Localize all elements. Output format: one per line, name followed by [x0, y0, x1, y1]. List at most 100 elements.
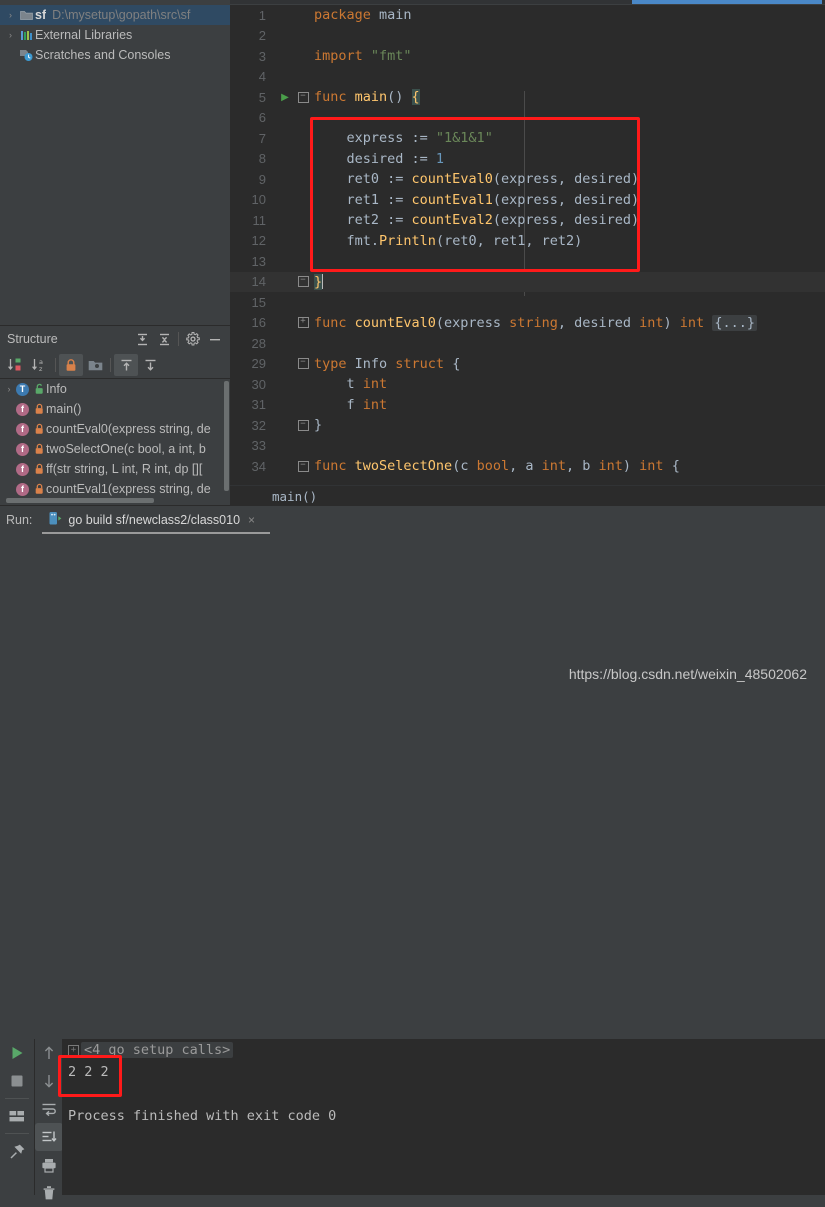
- structure-list[interactable]: › T Info f main() f countEval0(express s…: [0, 379, 230, 497]
- editor-line[interactable]: 16 + func countEval0(express string, desir…: [230, 313, 825, 334]
- layout-button[interactable]: [0, 1102, 34, 1130]
- stop-button[interactable]: [0, 1067, 34, 1095]
- editor-line[interactable]: 29 − type Info struct {: [230, 354, 825, 375]
- toolbar-separator: [110, 358, 111, 372]
- svg-text:z: z: [39, 365, 43, 373]
- line-number: 10: [251, 192, 266, 208]
- chevron-right-icon[interactable]: ›: [4, 25, 17, 45]
- editor-lines[interactable]: 1 package main 2 3 import "fmt" 4 5 ▶ − func main…: [230, 5, 825, 477]
- code-token: {: [411, 89, 420, 106]
- code-text: f int: [310, 397, 388, 413]
- editor-line[interactable]: 8 desired := 1: [230, 149, 825, 170]
- group-by-file-icon[interactable]: [83, 354, 107, 376]
- editor-gutter[interactable]: ▶: [274, 92, 296, 103]
- watermark: https://blog.csdn.net/weixin_48502062: [568, 666, 807, 682]
- scroll-from-source-icon[interactable]: [114, 354, 138, 376]
- minimize-icon[interactable]: [204, 329, 226, 349]
- tree-item-sf[interactable]: › sf D:\mysetup\gopath\src\sf: [0, 5, 230, 25]
- tree-item-scratches-and-consoles[interactable]: Scratches and Consoles: [0, 45, 230, 65]
- down-arrow-button[interactable]: [35, 1067, 63, 1095]
- editor-line[interactable]: 3 import "fmt": [230, 46, 825, 67]
- console-toolbar: [34, 1039, 63, 1200]
- editor-line[interactable]: 34− func twoSelectOne(c bool, a int, b in…: [230, 456, 825, 477]
- editor-line[interactable]: 11 ret2 := countEval2(express, desired): [230, 210, 825, 231]
- tree-item-external-libraries[interactable]: › External Libraries: [0, 25, 230, 45]
- editor-line[interactable]: 10 ret1 := countEval1(express, desired): [230, 190, 825, 211]
- editor-line[interactable]: 30 t int: [230, 374, 825, 395]
- structure-title: Structure: [7, 332, 58, 346]
- toolbar-separator: [178, 332, 179, 346]
- soft-wrap-button[interactable]: [35, 1095, 63, 1123]
- editor-line[interactable]: 32 −}: [230, 415, 825, 436]
- expand-fold-icon[interactable]: +: [296, 317, 310, 329]
- structure-vscrollbar[interactable]: [224, 381, 229, 491]
- tree-item-label: sf: [35, 8, 47, 22]
- collapse-fold-icon[interactable]: −: [296, 91, 310, 103]
- console-output[interactable]: + <4 go setup calls> 2 2 2 Process finish…: [62, 1039, 825, 1195]
- rerun-button[interactable]: [0, 1039, 34, 1067]
- editor-line[interactable]: 13: [230, 251, 825, 272]
- editor-line[interactable]: 2: [230, 26, 825, 47]
- structure-hscrollbar-thumb[interactable]: [6, 498, 154, 503]
- code-token: ret2 :=: [314, 212, 412, 229]
- editor-line[interactable]: 1 package main: [230, 5, 825, 26]
- editor-line[interactable]: 7 express := "1&1&1": [230, 128, 825, 149]
- tab-go-build[interactable]: go build sf/newclass2/class010 ×: [42, 507, 261, 533]
- gear-icon[interactable]: [182, 329, 204, 349]
- clear-all-button[interactable]: [35, 1179, 63, 1207]
- structure-item-twoselectone[interactable]: f twoSelectOne(c bool, a int, b: [0, 439, 230, 459]
- structure-hscrollbar[interactable]: [0, 498, 230, 504]
- editor-line[interactable]: 9 ret0 := countEval0(express, desired): [230, 169, 825, 190]
- structure-item-counteval1[interactable]: f countEval1(express string, de: [0, 479, 230, 497]
- line-number: 15: [251, 294, 266, 310]
- editor-line[interactable]: 12 fmt.Println(ret0, ret1, ret2): [230, 231, 825, 252]
- structure-item-ff[interactable]: f ff(str string, L int, R int, dp [][: [0, 459, 230, 479]
- pin-button[interactable]: [0, 1137, 34, 1165]
- chevron-right-icon[interactable]: ›: [4, 5, 17, 25]
- expand-all-icon[interactable]: [131, 329, 153, 349]
- structure-item-main[interactable]: f main(): [0, 399, 230, 419]
- collapse-fold-icon[interactable]: −: [296, 460, 310, 472]
- editor-line[interactable]: 31 f int: [230, 395, 825, 416]
- project-tool-window[interactable]: › sf D:\mysetup\gopath\src\sf › External…: [0, 5, 230, 325]
- code-token: ret0 :=: [314, 171, 412, 188]
- collapse-all-icon[interactable]: [153, 329, 175, 349]
- scroll-to-source-icon[interactable]: [138, 354, 162, 376]
- show-non-public-icon[interactable]: [59, 354, 83, 376]
- collapse-fold-icon[interactable]: −: [296, 358, 310, 370]
- expand-fold-icon[interactable]: +: [68, 1044, 79, 1056]
- editor-line[interactable]: 4: [230, 67, 825, 88]
- line-number: 7: [258, 130, 266, 146]
- editor-line[interactable]: 15: [230, 292, 825, 313]
- console-line-folded[interactable]: + <4 go setup calls>: [62, 1039, 825, 1061]
- code-text: package main: [310, 7, 412, 23]
- structure-item-label: countEval0(express string, de: [46, 422, 211, 436]
- structure-tool-window: Structure a z › T Info f main() f countE…: [0, 325, 230, 506]
- collapse-fold-icon[interactable]: −: [296, 276, 310, 288]
- print-button[interactable]: [35, 1151, 63, 1179]
- sort-by-visibility-icon[interactable]: [4, 354, 28, 376]
- run-triangle-icon[interactable]: ▶: [281, 92, 289, 103]
- editor-line[interactable]: 28: [230, 333, 825, 354]
- code-token: package: [314, 7, 380, 24]
- editor-line[interactable]: 14 −}: [230, 271, 825, 292]
- private-icon: [32, 483, 46, 495]
- breadcrumb[interactable]: main(): [230, 485, 825, 506]
- up-arrow-button[interactable]: [35, 1039, 63, 1067]
- structure-item-counteval0[interactable]: f countEval0(express string, de: [0, 419, 230, 439]
- sort-alphabetically-icon[interactable]: a z: [28, 354, 52, 376]
- collapse-fold-icon[interactable]: −: [296, 419, 310, 431]
- scroll-to-end-button[interactable]: [35, 1123, 63, 1151]
- editor-line[interactable]: 5 ▶ − func main() {: [230, 87, 825, 108]
- line-number: 2: [258, 28, 266, 44]
- code-token: {: [663, 458, 680, 475]
- editor-line[interactable]: 33: [230, 436, 825, 457]
- code-editor[interactable]: 1 package main 2 3 import "fmt" 4 5 ▶ − func main…: [230, 5, 825, 505]
- editor-hscrollbar-thumb[interactable]: [632, 0, 822, 4]
- structure-item-info[interactable]: › T Info: [0, 379, 230, 399]
- editor-line[interactable]: 6: [230, 108, 825, 129]
- run-tool-window: Run: go build sf/newclass2/class010 × + …: [0, 505, 825, 1200]
- close-icon[interactable]: ×: [248, 513, 255, 527]
- structure-header: Structure: [0, 326, 230, 352]
- chevron-right-icon[interactable]: ›: [2, 384, 16, 394]
